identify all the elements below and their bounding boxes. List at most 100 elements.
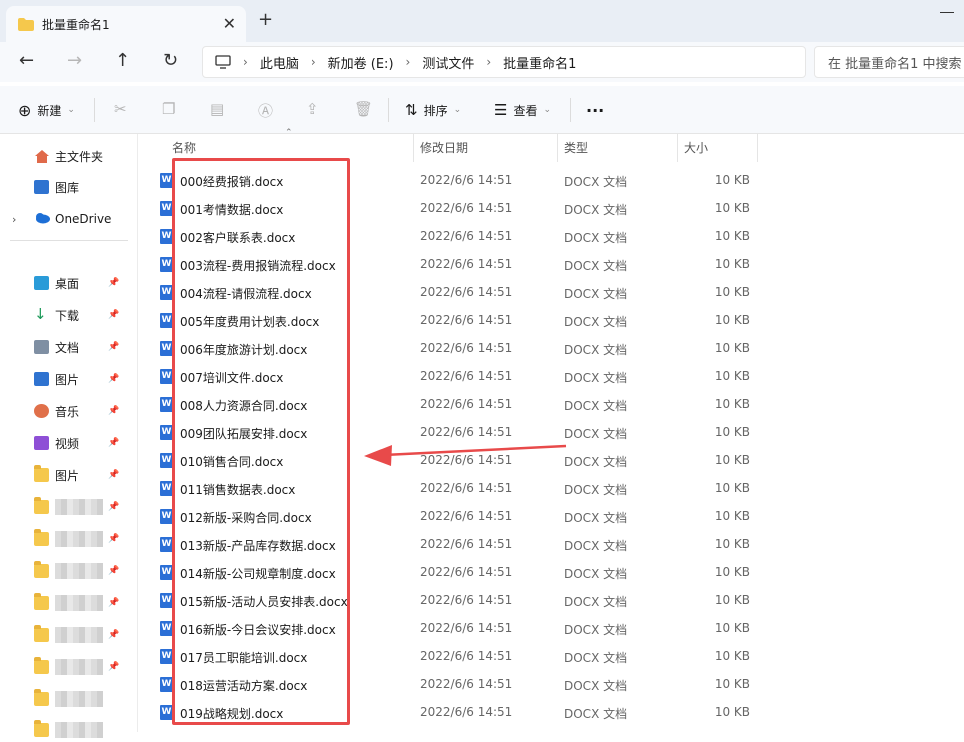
gallery-icon [34, 180, 49, 194]
file-size: 10 KB [714, 257, 750, 271]
new-tab-button[interactable]: + [258, 9, 273, 30]
forward-button[interactable]: → [67, 52, 82, 70]
sidebar-item-music[interactable]: 音乐 📌 [0, 399, 138, 423]
command-bar: ⊕ 新建 ⌄ ✂ ❐ ▤ Ⓐ ⇪ 🗑 ⇅ 排序 ⌄ ☰ 查看 ⌄ ··· [0, 86, 964, 134]
sidebar-item-downloads[interactable]: ↓ 下载 📌 [0, 303, 138, 327]
file-modified-date: 2022/6/6 14:51 [420, 453, 513, 467]
file-size: 10 KB [714, 201, 750, 215]
sidebar-item-onedrive[interactable]: › OneDrive [0, 207, 138, 231]
more-options-button[interactable]: ··· [586, 86, 604, 134]
sidebar-item-desktop[interactable]: 桌面 📌 [0, 271, 138, 295]
file-type: DOCX 文档 [564, 567, 628, 581]
tab-batch-rename[interactable]: 批量重命名1 ✕ [6, 6, 246, 42]
file-type: DOCX 文档 [564, 623, 628, 637]
sort-button[interactable]: ⇅ 排序 ⌄ [405, 86, 461, 134]
address-bar[interactable]: › 此电脑 › 新加卷 (E:) › 测试文件 › 批量重命名1 [202, 46, 806, 78]
pin-icon: 📌 [108, 310, 120, 320]
folder-icon [34, 625, 49, 642]
rename-icon[interactable]: Ⓐ [258, 100, 273, 121]
sidebar-item-label: 下载 [55, 308, 80, 323]
search-input[interactable]: 在 批量重命名1 中搜索 [814, 46, 964, 78]
new-label: 新建 [37, 103, 62, 118]
breadcrumb-separator: › [486, 55, 492, 69]
sidebar-item-home[interactable]: 主文件夹 [0, 144, 138, 168]
sidebar-item-videos[interactable]: 视频 📌 [0, 431, 138, 455]
cut-icon[interactable]: ✂ [114, 100, 127, 118]
chevron-down-icon: ⌄ [67, 105, 75, 115]
column-divider[interactable] [413, 134, 414, 162]
sidebar-item-blurred[interactable]: 📌 [0, 623, 138, 647]
file-size: 10 KB [714, 509, 750, 523]
navigation-bar: ← → ↑ ↻ › 此电脑 › 新加卷 (E:) › 测试文件 › 批量重命名1… [0, 42, 964, 82]
column-divider[interactable] [757, 134, 758, 162]
sidebar-item-pictures-folder[interactable]: 图片 📌 [0, 463, 138, 487]
column-header-name[interactable]: 名称 [172, 134, 196, 160]
column-divider[interactable] [677, 134, 678, 162]
breadcrumb-separator: › [243, 55, 248, 69]
file-size: 10 KB [714, 173, 750, 187]
refresh-button[interactable]: ↻ [163, 52, 178, 70]
sidebar-item-gallery[interactable]: 图库 [0, 175, 138, 199]
folder-icon [18, 17, 34, 31]
view-button[interactable]: ☰ 查看 ⌄ [494, 86, 551, 134]
sidebar-item-documents[interactable]: 文档 📌 [0, 335, 138, 359]
sidebar-item-blurred[interactable]: 📌 [0, 655, 138, 679]
plus-icon: ⊕ [18, 100, 32, 120]
cloud-icon [34, 212, 50, 226]
file-type: DOCX 文档 [564, 595, 628, 609]
sidebar-item-blurred[interactable] [0, 718, 138, 742]
column-header-size[interactable]: 大小 [684, 134, 708, 160]
new-button[interactable]: ⊕ 新建 ⌄ [18, 86, 75, 134]
breadcrumb-volume[interactable]: 新加卷 (E:) [328, 53, 394, 72]
share-icon[interactable]: ⇪ [306, 100, 319, 118]
sidebar-item-pictures[interactable]: 图片 📌 [0, 367, 138, 391]
breadcrumb-current-folder[interactable]: 批量重命名1 [503, 53, 576, 72]
back-button[interactable]: ← [19, 52, 34, 70]
redacted-label [55, 627, 103, 643]
file-type: DOCX 文档 [564, 203, 628, 217]
folder-icon [34, 593, 49, 610]
column-header-date[interactable]: 修改日期 [420, 134, 468, 160]
breadcrumb-test-files[interactable]: 测试文件 [422, 53, 474, 72]
sidebar-item-label: 桌面 [55, 276, 80, 291]
music-icon [34, 404, 49, 418]
sidebar-item-blurred[interactable]: 📌 [0, 559, 138, 583]
desktop-icon [34, 276, 49, 290]
copy-icon[interactable]: ❐ [162, 100, 175, 118]
close-tab-icon[interactable]: ✕ [223, 14, 236, 33]
up-button[interactable]: ↑ [115, 52, 130, 70]
pin-icon: 📌 [108, 374, 120, 384]
sidebar-item-label: 图片 [55, 468, 80, 483]
sort-icon: ⇅ [405, 101, 418, 119]
column-divider[interactable] [557, 134, 558, 162]
minimize-button[interactable] [940, 12, 954, 13]
file-type: DOCX 文档 [564, 455, 628, 469]
file-type: DOCX 文档 [564, 259, 628, 273]
chevron-right-icon[interactable]: › [12, 213, 16, 226]
column-header-type[interactable]: 类型 [564, 134, 588, 160]
sidebar-item-blurred[interactable] [0, 687, 138, 711]
file-size: 10 KB [714, 313, 750, 327]
sidebar-item-blurred[interactable]: 📌 [0, 527, 138, 551]
pin-icon: 📌 [108, 630, 120, 640]
file-modified-date: 2022/6/6 14:51 [420, 537, 513, 551]
file-type: DOCX 文档 [564, 343, 628, 357]
redacted-label [55, 659, 103, 675]
file-type: DOCX 文档 [564, 175, 628, 189]
home-icon [34, 149, 49, 163]
delete-icon[interactable]: 🗑 [354, 100, 373, 118]
file-size: 10 KB [714, 453, 750, 467]
redacted-label [55, 691, 103, 707]
sidebar-item-blurred[interactable]: 📌 [0, 495, 138, 519]
breadcrumb-this-pc[interactable]: 此电脑 [260, 53, 299, 72]
file-size: 10 KB [714, 229, 750, 243]
file-modified-date: 2022/6/6 14:51 [420, 341, 513, 355]
breadcrumb-separator: › [405, 55, 411, 69]
file-type: DOCX 文档 [564, 231, 628, 245]
folder-icon [34, 561, 49, 578]
paste-icon[interactable]: ▤ [210, 100, 224, 118]
sidebar-item-label: OneDrive [55, 212, 112, 226]
folder-icon [34, 529, 49, 546]
view-label: 查看 [513, 103, 538, 118]
sidebar-item-blurred[interactable]: 📌 [0, 591, 138, 615]
